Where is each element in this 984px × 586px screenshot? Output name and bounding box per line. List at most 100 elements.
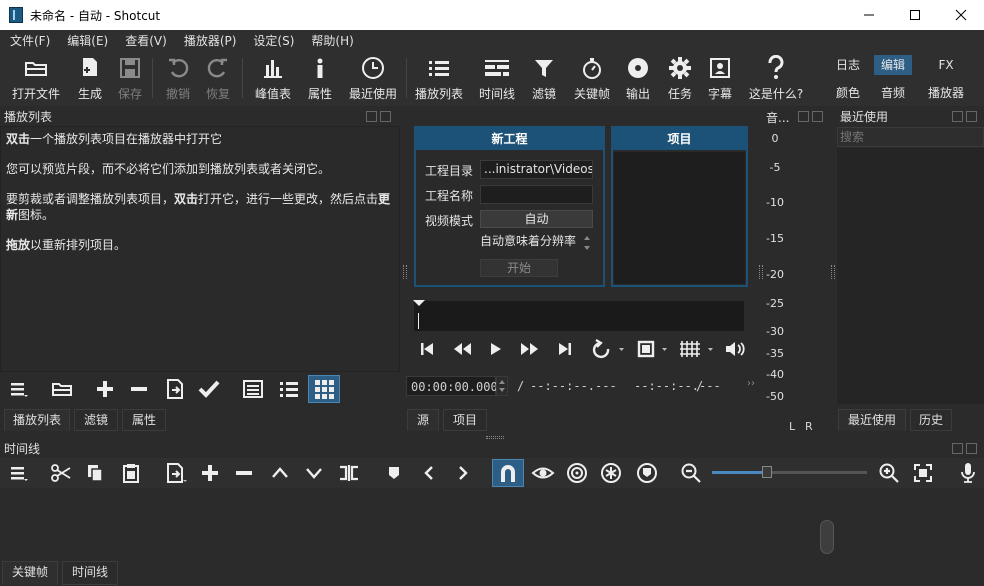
overwrite-button[interactable] (302, 461, 326, 485)
play-button[interactable] (486, 337, 506, 361)
menu-view[interactable]: 查看(V) (115, 30, 174, 50)
scrubber-bar[interactable] (414, 301, 744, 331)
timeline-remove-button[interactable] (232, 461, 256, 485)
timeline-menu-button[interactable] (6, 461, 32, 485)
append-button[interactable] (162, 461, 190, 485)
skip-previous-button[interactable] (416, 337, 438, 361)
tab-timeline[interactable]: 时间线 (62, 561, 118, 585)
tab-properties[interactable]: 属性 (122, 409, 166, 431)
layout-fx-button[interactable]: FX (928, 55, 964, 75)
undo-button[interactable]: 撤销 (160, 54, 196, 104)
playlist-panel-buttons[interactable] (366, 111, 391, 122)
save-button[interactable]: 保存 (112, 54, 148, 104)
zoom-in-button[interactable] (876, 461, 902, 485)
playlist-list-view-button[interactable] (276, 375, 302, 403)
add-marker-button[interactable] (382, 461, 406, 485)
scrub-drag-button[interactable] (530, 461, 556, 485)
project-name-field[interactable] (480, 185, 593, 204)
tab-playlist[interactable]: 播放列表 (4, 409, 70, 431)
grid-toggle-button[interactable] (677, 337, 717, 361)
layout-audio-button[interactable]: 音频 (874, 83, 912, 103)
menu-player[interactable]: 播放器(P) (174, 30, 244, 50)
zoom-player-button[interactable] (634, 337, 670, 361)
playlist-menu-button[interactable] (6, 375, 32, 403)
playlist-open-button[interactable] (48, 375, 76, 403)
tab-recent[interactable]: 最近使用 (838, 409, 906, 431)
rewind-button[interactable] (450, 337, 474, 361)
properties-button[interactable]: 属性 (302, 54, 338, 104)
timecode-field[interactable]: 00:00:00.000 (406, 376, 498, 396)
record-audio-button[interactable] (956, 461, 980, 485)
layout-color-button[interactable]: 颜色 (830, 83, 866, 103)
volume-button[interactable] (722, 337, 750, 361)
meter-panel-buttons[interactable] (798, 111, 823, 122)
timeline-panel-buttons[interactable] (952, 443, 977, 454)
layout-edit-button[interactable]: 编辑 (874, 55, 912, 75)
maximize-button[interactable] (892, 0, 938, 30)
open-file-button[interactable]: 打开文件 (8, 54, 64, 104)
recent-search-input[interactable] (837, 127, 984, 147)
playlist-add-button[interactable] (92, 375, 118, 403)
copy-button[interactable] (82, 461, 108, 485)
menu-help[interactable]: 帮助(H) (301, 30, 360, 50)
menu-edit[interactable]: 编辑(E) (57, 30, 115, 50)
recent-button[interactable]: 最近使用 (346, 54, 400, 104)
zoom-slider-track[interactable] (712, 466, 867, 478)
splitter-handle[interactable] (403, 265, 407, 279)
redo-button[interactable]: 恢复 (200, 54, 236, 104)
export-button[interactable]: 输出 (620, 54, 656, 104)
recent-panel-buttons[interactable] (952, 111, 977, 122)
jobs-button[interactable]: 任务 (662, 54, 698, 104)
filters-button[interactable]: 滤镜 (526, 54, 562, 104)
zoom-out-button[interactable] (678, 461, 704, 485)
splitter-handle[interactable] (831, 265, 835, 279)
timeline-scroll-handle[interactable] (820, 520, 834, 554)
playlist-remove-button[interactable] (126, 375, 152, 403)
keyframes-button[interactable]: 关键帧 (570, 54, 614, 104)
layout-log-button[interactable]: 日志 (830, 55, 866, 75)
recent-list[interactable] (837, 148, 984, 404)
zoom-slider-handle[interactable] (762, 466, 772, 478)
tab-filters[interactable]: 滤镜 (74, 409, 118, 431)
split-button[interactable] (336, 461, 362, 485)
projects-list[interactable] (614, 152, 745, 284)
splitter-handle[interactable] (759, 265, 763, 279)
timeline-add-button[interactable] (198, 461, 222, 485)
minimize-button[interactable] (846, 0, 892, 30)
timecode-spinner[interactable] (496, 376, 508, 396)
video-mode-dropdown[interactable]: 自动 (480, 210, 593, 228)
menu-file[interactable]: 文件(F) (0, 30, 57, 50)
tab-keyframes[interactable]: 关键帧 (2, 561, 58, 585)
generate-button[interactable]: 生成 (70, 54, 110, 104)
skip-next-button[interactable] (554, 337, 576, 361)
lift-button[interactable] (268, 461, 292, 485)
fast-forward-button[interactable] (518, 337, 542, 361)
ripple-all-tracks-button[interactable] (598, 461, 624, 485)
vertical-splitter-handle[interactable] (486, 436, 504, 439)
tab-source[interactable]: 源 (407, 409, 439, 431)
peak-meter-button[interactable]: 峰值表 (252, 54, 294, 104)
playlist-grid-view-button[interactable] (308, 375, 340, 403)
whats-this-button[interactable]: 这是什么? (746, 54, 806, 104)
playlist-button[interactable]: 播放列表 (412, 54, 466, 104)
snap-button[interactable] (492, 459, 524, 487)
subtitles-button[interactable]: 字幕 (702, 54, 738, 104)
menu-settings[interactable]: 设定(S) (243, 30, 301, 50)
loop-button[interactable] (590, 337, 626, 361)
layout-player-button[interactable]: 播放器 (922, 83, 970, 103)
hint-scroll-arrows[interactable] (582, 234, 592, 252)
cut-button[interactable] (48, 461, 74, 485)
previous-marker-button[interactable] (418, 461, 440, 485)
playlist-check-button[interactable] (196, 375, 222, 403)
ripple-button[interactable] (564, 461, 590, 485)
project-dir-field[interactable]: ...inistrator\Videos (480, 160, 593, 179)
start-button[interactable]: 开始 (480, 259, 558, 277)
next-marker-button[interactable] (452, 461, 474, 485)
ripple-markers-button[interactable] (634, 461, 660, 485)
more-arrow-icon[interactable]: ›› (747, 378, 755, 389)
close-button[interactable] (938, 0, 984, 30)
tab-history[interactable]: 历史 (910, 409, 952, 431)
paste-button[interactable] (118, 461, 144, 485)
playlist-update-button[interactable] (162, 375, 188, 403)
tab-project[interactable]: 项目 (443, 409, 487, 431)
